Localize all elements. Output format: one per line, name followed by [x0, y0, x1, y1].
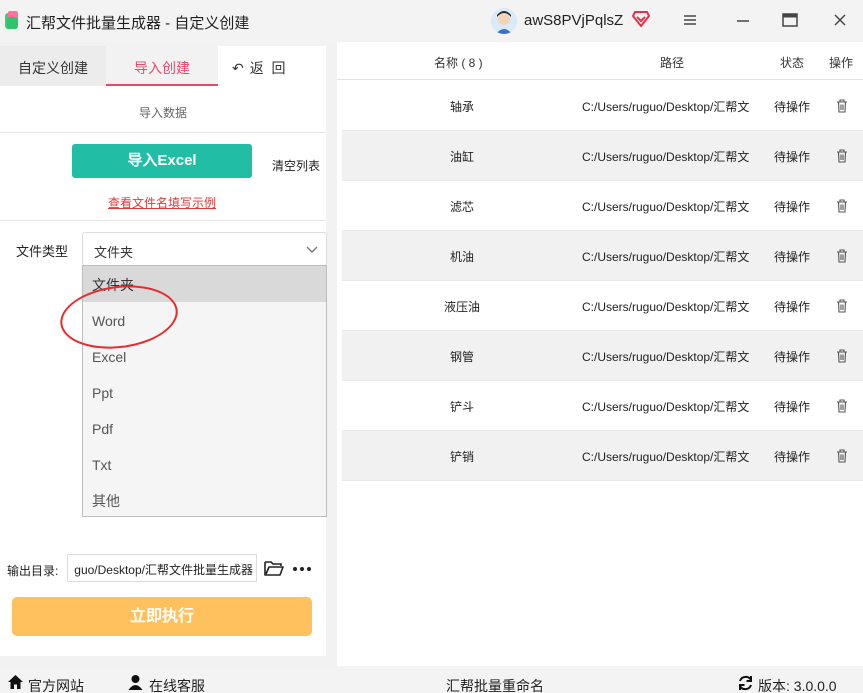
- clear-list-button[interactable]: 清空列表: [272, 157, 320, 174]
- row-status: 待操作: [774, 350, 811, 364]
- row-path: C:/Users/ruguo/Desktop/汇帮文: [582, 300, 750, 314]
- minimize-icon[interactable]: [733, 10, 753, 30]
- import-excel-button[interactable]: 导入Excel: [72, 144, 252, 178]
- table-row[interactable]: 油缸 C:/Users/ruguo/Desktop/汇帮文 待操作: [342, 131, 863, 181]
- tab-custom-create[interactable]: 自定义创建: [0, 46, 106, 86]
- close-icon[interactable]: [830, 10, 850, 30]
- output-dir-label: 输出目录:: [7, 564, 59, 578]
- dropdown-option-excel[interactable]: Excel: [83, 338, 326, 374]
- trash-icon[interactable]: [836, 449, 848, 463]
- trash-icon[interactable]: [836, 199, 848, 213]
- row-path: C:/Users/ruguo/Desktop/汇帮文: [582, 350, 750, 364]
- file-type-label: 文件类型: [16, 244, 69, 259]
- row-name: 轴承: [449, 100, 474, 114]
- table-row[interactable]: 铲斗 C:/Users/ruguo/Desktop/汇帮文 待操作: [342, 381, 863, 431]
- output-dir-value: guo/Desktop/汇帮文件批量生成器: [74, 563, 253, 577]
- back-arrow-icon: ↶: [232, 60, 244, 76]
- file-type-dropdown: 文件夹 Word Excel Ppt Pdf Txt 其他: [82, 265, 327, 517]
- row-status: 待操作: [774, 400, 811, 414]
- row-status: 待操作: [774, 150, 811, 164]
- back-label: 返 回: [249, 60, 286, 76]
- online-support-link[interactable]: 在线客服: [149, 676, 205, 693]
- column-header-name: 名称 ( 8 ): [434, 56, 483, 70]
- divider: [0, 220, 326, 221]
- row-path: C:/Users/ruguo/Desktop/汇帮文: [582, 450, 750, 464]
- row-path: C:/Users/ruguo/Desktop/汇帮文: [582, 200, 750, 214]
- execute-button[interactable]: 立即执行: [12, 597, 312, 636]
- left-panel: 自定义创建 导入创建 ↶ 返 回 导入数据 导入Excel 清空列表 查看文件名填…: [0, 46, 327, 656]
- file-table: 名称 ( 8 ) 路径 状态 操作 轴承 C:/Users/ruguo/Desk…: [337, 42, 863, 666]
- dropdown-option-word[interactable]: Word: [83, 302, 326, 338]
- username[interactable]: awS8PVjPqlsZ: [524, 12, 623, 29]
- version-label: 版本: 3.0.0.0: [758, 678, 837, 693]
- row-name: 铲斗: [449, 400, 474, 414]
- dropdown-option-other[interactable]: 其他: [83, 482, 326, 518]
- product-name[interactable]: 汇帮批量重命名: [446, 676, 544, 693]
- menu-icon[interactable]: [680, 10, 700, 30]
- more-options-icon[interactable]: [292, 566, 312, 572]
- divider: [0, 132, 326, 133]
- trash-icon[interactable]: [836, 349, 848, 363]
- status-bar: 官方网站 在线客服 汇帮批量重命名 版本: 3.0.0.0: [0, 666, 863, 693]
- tab-bar: 自定义创建 导入创建 ↶ 返 回: [0, 46, 326, 86]
- avatar[interactable]: [491, 8, 517, 34]
- dropdown-option-folder[interactable]: 文件夹: [83, 266, 326, 302]
- row-status: 待操作: [774, 250, 811, 264]
- trash-icon[interactable]: [836, 249, 848, 263]
- row-path: C:/Users/ruguo/Desktop/汇帮文: [582, 100, 750, 114]
- row-name: 机油: [449, 250, 474, 264]
- table-row[interactable]: 液压油 C:/Users/ruguo/Desktop/汇帮文 待操作: [342, 281, 863, 331]
- trash-icon[interactable]: [836, 99, 848, 113]
- table-row[interactable]: 钢管 C:/Users/ruguo/Desktop/汇帮文 待操作: [342, 331, 863, 381]
- column-header-status: 状态: [780, 56, 805, 70]
- output-dir-field[interactable]: guo/Desktop/汇帮文件批量生成器: [67, 554, 257, 582]
- row-status: 待操作: [774, 100, 811, 114]
- official-website-link[interactable]: 官方网站: [28, 676, 84, 693]
- row-name: 液压油: [443, 300, 480, 314]
- file-type-selected-value: 文件夹: [94, 245, 134, 260]
- row-status: 待操作: [774, 300, 811, 314]
- row-path: C:/Users/ruguo/Desktop/汇帮文: [582, 250, 750, 264]
- table-row[interactable]: 滤芯 C:/Users/ruguo/Desktop/汇帮文 待操作: [342, 181, 863, 231]
- avatar-icon: [491, 8, 517, 34]
- title-bar: 汇帮文件批量生成器 - 自定义创建 awS8PVjPqlsZ: [0, 0, 863, 42]
- trash-icon[interactable]: [836, 399, 848, 413]
- row-status: 待操作: [774, 450, 811, 464]
- dropdown-option-ppt[interactable]: Ppt: [83, 374, 326, 410]
- tab-import-create[interactable]: 导入创建: [106, 46, 218, 86]
- chevron-down-icon: [306, 246, 318, 253]
- row-path: C:/Users/ruguo/Desktop/汇帮文: [582, 400, 750, 414]
- row-status: 待操作: [774, 200, 811, 214]
- app-logo-icon: [5, 11, 18, 29]
- customer-service-icon[interactable]: [128, 674, 143, 690]
- table-row[interactable]: 铲销 C:/Users/ruguo/Desktop/汇帮文 待操作: [342, 431, 863, 481]
- table-row[interactable]: 机油 C:/Users/ruguo/Desktop/汇帮文 待操作: [342, 231, 863, 281]
- maximize-icon[interactable]: [780, 10, 800, 30]
- row-path: C:/Users/ruguo/Desktop/汇帮文: [582, 150, 750, 164]
- file-type-select[interactable]: 文件夹: [82, 232, 327, 266]
- trash-icon[interactable]: [836, 149, 848, 163]
- table-header: 名称 ( 8 ) 路径 状态 操作: [337, 42, 863, 80]
- row-name: 铲销: [449, 450, 474, 464]
- dropdown-option-pdf[interactable]: Pdf: [83, 410, 326, 446]
- dropdown-option-txt[interactable]: Txt: [83, 446, 326, 482]
- window-title: 汇帮文件批量生成器 - 自定义创建: [26, 15, 250, 32]
- refresh-icon: [739, 675, 752, 691]
- folder-open-icon[interactable]: [264, 560, 284, 576]
- row-name: 钢管: [449, 350, 474, 364]
- vip-diamond-icon[interactable]: [632, 11, 650, 27]
- back-button[interactable]: ↶ 返 回: [218, 46, 326, 86]
- section-title: 导入数据: [138, 106, 187, 120]
- table-row[interactable]: 轴承 C:/Users/ruguo/Desktop/汇帮文 待操作: [342, 81, 863, 131]
- row-name: 油缸: [449, 150, 474, 164]
- column-header-path: 路径: [660, 56, 685, 70]
- trash-icon[interactable]: [836, 299, 848, 313]
- example-link[interactable]: 查看文件名填写示例: [0, 194, 324, 211]
- home-icon[interactable]: [7, 674, 24, 690]
- column-header-action: 操作: [829, 56, 854, 70]
- row-name: 滤芯: [449, 200, 474, 214]
